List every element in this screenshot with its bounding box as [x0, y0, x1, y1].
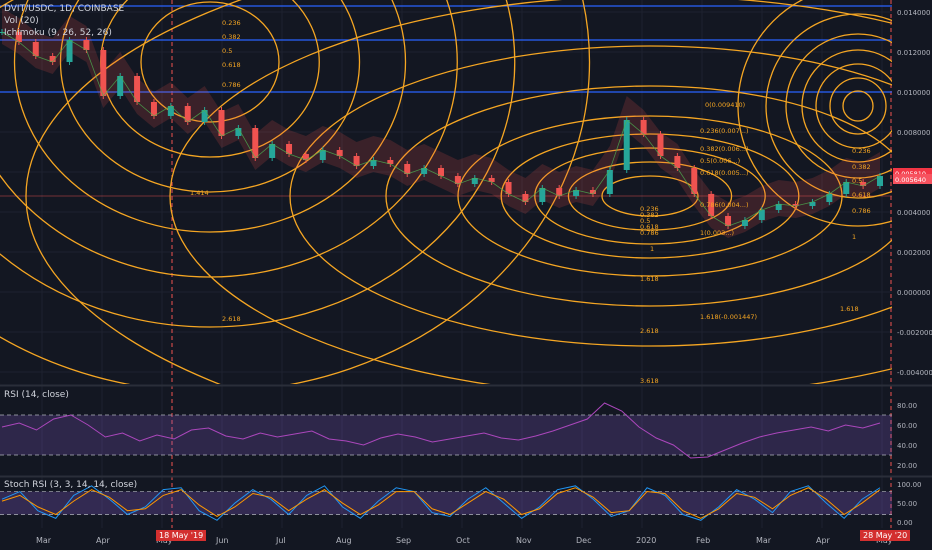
- stoch-tick-label: 100.00: [897, 481, 922, 489]
- fib-level-label: 0.5: [222, 47, 232, 55]
- fib-level-label: 1: [650, 245, 654, 253]
- fib-level-label: 0.786(0.004...): [700, 201, 749, 209]
- x-tick-label: Sep: [396, 536, 411, 545]
- fib-level-label: 1.618: [840, 305, 859, 313]
- fib-level-label: 0.236(0.007...): [700, 127, 749, 135]
- y-tick-label: 0.004000: [897, 209, 930, 217]
- rsi-band: [0, 415, 892, 455]
- chart-stage[interactable]: 0.236 0.382 0.5 0.618 0.786 1.414 2.618 0(0.009…: [0, 0, 932, 550]
- rsi-tick-label: 40.00: [897, 442, 917, 450]
- x-tick-label: Mar: [756, 536, 772, 545]
- fib-level-label: 3.618: [640, 377, 659, 385]
- candle-body: [623, 120, 630, 170]
- x-tick-label: Jul: [275, 536, 286, 545]
- fib-level-label: 2.618: [640, 327, 659, 335]
- fib-level-label: 0.382: [852, 163, 871, 171]
- fib-level-label: 1(0.003...): [700, 229, 734, 237]
- fib-level-label: 0.786: [640, 229, 659, 237]
- y-tick-label: 0.008000: [897, 129, 930, 137]
- x-tick-label: Apr: [816, 536, 831, 545]
- stoch-rsi-label[interactable]: Stoch RSI (3, 3, 14, 14, close): [4, 480, 137, 490]
- rsi-tick-label: 80.00: [897, 402, 917, 410]
- fib-level-label: 0.382(0.006...): [700, 145, 749, 153]
- x-tick-label: Mar: [36, 536, 52, 545]
- x-tick-label: Nov: [516, 536, 532, 545]
- x-tick-label: Jun: [215, 536, 229, 545]
- y-tick-label: 0.002000: [897, 249, 930, 257]
- stoch-band: [0, 491, 892, 515]
- fib-level-label: 0.786: [222, 81, 241, 89]
- x-tick-label: Apr: [96, 536, 111, 545]
- rsi-tick-label: 60.00: [897, 422, 917, 430]
- fib-level-label: 1.618: [640, 275, 659, 283]
- price-tag-label: 0.005640: [895, 176, 926, 184]
- stoch-tick-label: 50.00: [897, 500, 917, 508]
- fib-level-label: 0.618(0.005...): [700, 169, 749, 177]
- y-tick-label: 0.014000: [897, 9, 930, 17]
- fib-level-label: 0(0.009410): [705, 101, 745, 109]
- fib-level-label: 0.236: [222, 19, 241, 27]
- y-tick-label: 0.000000: [897, 289, 930, 297]
- fib-level-label: 1.414: [190, 189, 209, 197]
- rsi-label[interactable]: RSI (14, close): [4, 390, 69, 400]
- symbol-title[interactable]: DVIT/USDC, 1D, COINBASE: [4, 3, 124, 15]
- x-tick-label: Oct: [456, 536, 470, 545]
- y-tick-label: 0.010000: [897, 89, 930, 97]
- candle-body: [100, 50, 107, 96]
- ichimoku-indicator-label[interactable]: Ichimoku (9, 26, 52, 26): [4, 27, 124, 39]
- x-tick-label: 2020: [636, 536, 656, 545]
- fib-level-label: 1: [852, 233, 856, 241]
- fib-level-label: 0.618: [222, 61, 241, 69]
- fib-level-label: 0.786: [852, 207, 871, 215]
- x-tick-label: Feb: [696, 536, 710, 545]
- fib-level-label: 0.5: [852, 177, 862, 185]
- y-tick-label: -0.002000: [897, 329, 932, 337]
- date-flag-left: 18 May '19: [156, 530, 207, 541]
- x-tick-label: Aug: [336, 536, 352, 545]
- x-tick-label: Dec: [576, 536, 591, 545]
- fib-level-label: 0.382: [222, 33, 241, 41]
- y-tick-label: 0.012000: [897, 49, 930, 57]
- date-flag-right: 28 May '20: [860, 530, 911, 541]
- fib-level-label: 2.618: [222, 315, 241, 323]
- stoch-tick-label: 0.00: [897, 519, 913, 527]
- rsi-tick-label: 20.00: [897, 462, 917, 470]
- fib-level-label: 0.618: [852, 191, 871, 199]
- fib-level-label: 0.5(0.006...): [700, 157, 740, 165]
- fib-level-label: 0.236: [852, 147, 871, 155]
- chart-legend[interactable]: DVIT/USDC, 1D, COINBASE Vol (20) Ichimok…: [4, 3, 124, 39]
- y-tick-label: -0.004000: [897, 369, 932, 377]
- fib-level-label: 1.618(-0.001447): [700, 313, 757, 321]
- volume-indicator-label[interactable]: Vol (20): [4, 15, 124, 27]
